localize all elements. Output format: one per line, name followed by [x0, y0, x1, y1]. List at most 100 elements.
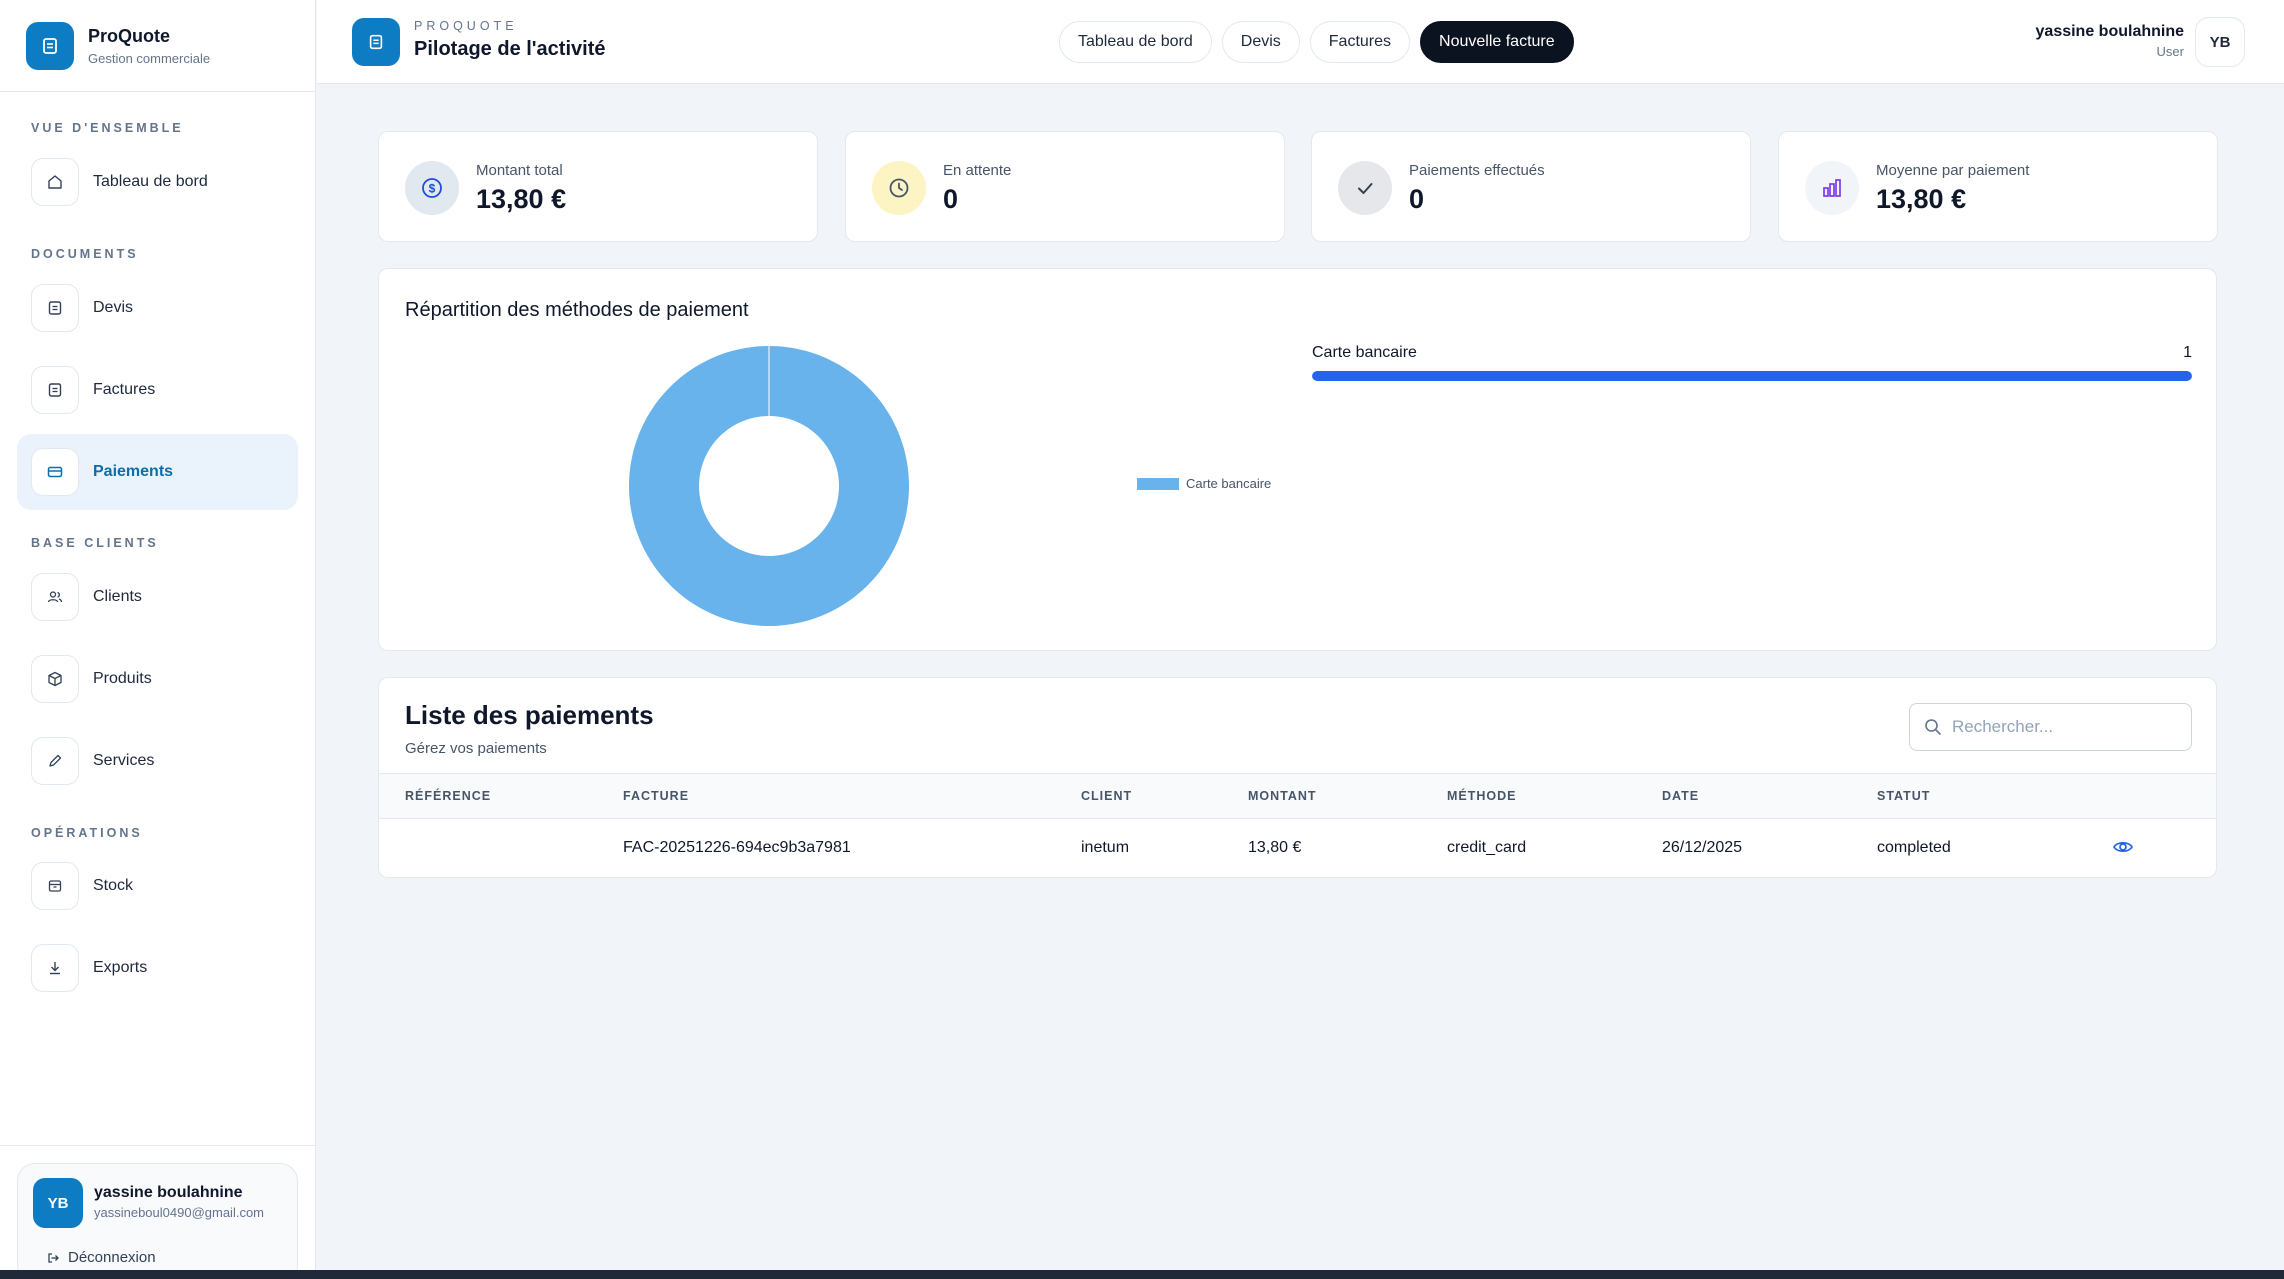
- breakdown-bar-track: [1312, 371, 2192, 381]
- pencil-icon: [31, 737, 79, 785]
- header-user-name: yassine boulahnine: [2035, 23, 2184, 40]
- sidebar-item-label: Devis: [93, 299, 134, 316]
- brand-subtitle: Gestion commerciale: [88, 50, 211, 66]
- column-header: FACTURE: [623, 789, 690, 803]
- cell-status: completed: [1877, 839, 1951, 856]
- payments-table-card: Liste des paiements Gérez vos paiements …: [378, 677, 2217, 878]
- sidebar: ProQuote Gestion commerciale VUE D'ENSEM…: [0, 0, 316, 1279]
- stat-card-pending: En attente 0: [845, 131, 1285, 242]
- column-header: RÉFÉRENCE: [405, 789, 492, 803]
- payment-methods-chart-card: Répartition des méthodes de paiement Car…: [378, 268, 2217, 651]
- sidebar-item-paiements[interactable]: Paiements: [17, 434, 298, 510]
- check-icon: [1338, 161, 1392, 215]
- eye-icon[interactable]: [2112, 836, 2134, 858]
- sidebar-item-stock[interactable]: Stock: [17, 848, 298, 924]
- logout-label: Déconnexion: [68, 1249, 156, 1266]
- sidebar-item-label: Clients: [93, 588, 142, 605]
- logout-button[interactable]: Déconnexion: [46, 1249, 156, 1266]
- column-header: MÉTHODE: [1447, 789, 1517, 803]
- sidebar-item-label: Exports: [93, 959, 148, 976]
- divider: [0, 1145, 316, 1146]
- sidebar-item-produits[interactable]: Produits: [17, 641, 298, 717]
- section-label-overview: VUE D'ENSEMBLE: [31, 121, 184, 135]
- tab-tableau-de-bord[interactable]: Tableau de bord: [1059, 21, 1212, 63]
- method-breakdown: Carte bancaire 1: [1312, 344, 2192, 381]
- avatar[interactable]: YB: [2195, 17, 2245, 67]
- search-input[interactable]: [1952, 717, 2182, 737]
- tab-devis[interactable]: Devis: [1221, 21, 1300, 63]
- header-user-role: User: [2156, 44, 2184, 59]
- breakdown-label: Carte bancaire: [1312, 344, 1417, 361]
- credit-card-icon: [31, 448, 79, 496]
- cell-amount: 13,80 €: [1248, 839, 1302, 856]
- stat-card-completed: Paiements effectués 0: [1311, 131, 1751, 242]
- stat-label: Paiements effectués: [1409, 162, 1545, 179]
- top-header: PROQUOTE Pilotage de l'activité Tableau …: [317, 0, 2284, 84]
- document-icon: [26, 21, 74, 70]
- legend-swatch: [1137, 477, 1179, 490]
- column-header: CLIENT: [1081, 789, 1133, 803]
- chart-legend: Carte bancaire: [1137, 476, 1271, 491]
- sidebar-item-exports[interactable]: Exports: [17, 930, 298, 1006]
- clock-icon: [872, 161, 926, 215]
- stat-value: 0: [943, 184, 959, 214]
- logout-icon: [48, 1252, 59, 1263]
- sidebar-item-services[interactable]: Services: [17, 723, 298, 799]
- section-subtitle: Gérez vos paiements: [405, 740, 547, 757]
- page-title: Pilotage de l'activité: [414, 38, 606, 60]
- header-user: yassine boulahnine User: [2036, 23, 2184, 59]
- legend-label: Carte bancaire: [1186, 476, 1272, 491]
- sidebar-item-label: Tableau de bord: [93, 173, 208, 190]
- sidebar-item-label: Services: [93, 752, 155, 769]
- brand-name: ProQuote: [88, 25, 171, 46]
- section-label-operations: OPÉRATIONS: [31, 826, 143, 840]
- document-icon: [31, 366, 79, 414]
- dollar-circle-icon: $: [405, 161, 459, 215]
- stat-value: 13,80 €: [476, 184, 567, 214]
- sidebar-item-label: Produits: [93, 670, 152, 687]
- cell-date: 26/12/2025: [1662, 839, 1743, 856]
- stat-label: Montant total: [476, 162, 563, 179]
- user-email: yassineboul0490@gmail.com: [94, 1205, 265, 1220]
- bar-chart-icon: [1805, 161, 1859, 215]
- stat-card-average: Moyenne par paiement 13,80 €: [1778, 131, 2218, 242]
- stat-card-total: $ Montant total 13,80 €: [378, 131, 818, 242]
- brand: ProQuote Gestion commerciale: [0, 0, 315, 92]
- stat-label: En attente: [943, 162, 1012, 179]
- search-icon: [1925, 719, 1941, 735]
- home-icon: [31, 158, 79, 206]
- header-eyebrow: PROQUOTE: [414, 19, 518, 33]
- sidebar-item-dashboard[interactable]: Tableau de bord: [17, 144, 298, 220]
- breakdown-count: 1: [2183, 344, 2192, 361]
- tab-factures[interactable]: Factures: [1309, 21, 1411, 63]
- column-header: STATUT: [1877, 789, 1931, 803]
- table-header: RÉFÉRENCE FACTURE CLIENT MONTANT MÉTHODE…: [379, 773, 2216, 819]
- sidebar-item-clients[interactable]: Clients: [17, 559, 298, 635]
- section-title: Liste des paiements: [405, 700, 654, 730]
- user-card: YB yassine boulahnine yassineboul0490@gm…: [17, 1163, 298, 1279]
- section-label-documents: DOCUMENTS: [31, 247, 139, 261]
- stat-value: 0: [1409, 184, 1425, 214]
- download-icon: [31, 944, 79, 992]
- sidebar-item-label: Factures: [93, 381, 156, 398]
- breakdown-bar-fill: [1312, 371, 2192, 381]
- cell-client: inetum: [1081, 839, 1130, 856]
- stat-value: 13,80 €: [1876, 184, 1967, 214]
- users-icon: [31, 573, 79, 621]
- user-name: yassine boulahnine: [94, 1184, 243, 1201]
- bottom-bar: [0, 1270, 2284, 1279]
- new-invoice-button[interactable]: Nouvelle facture: [1420, 21, 1574, 63]
- sidebar-item-label: Paiements: [93, 463, 174, 480]
- document-icon: [352, 18, 400, 66]
- column-header: MONTANT: [1248, 789, 1317, 803]
- avatar: YB: [33, 1178, 83, 1228]
- sidebar-item-label: Stock: [93, 877, 134, 894]
- header-nav: Tableau de bord Devis Factures Nouvelle …: [1059, 21, 1574, 63]
- sidebar-item-devis[interactable]: Devis: [17, 270, 298, 346]
- column-header: DATE: [1662, 789, 1700, 803]
- cell-invoice: FAC-20251226-694ec9b3a7981: [623, 839, 851, 856]
- document-icon: [31, 284, 79, 332]
- table-row[interactable]: FAC-20251226-694ec9b3a7981 inetum 13,80 …: [379, 819, 2216, 877]
- search-box: [1909, 703, 2192, 751]
- sidebar-item-factures[interactable]: Factures: [17, 352, 298, 428]
